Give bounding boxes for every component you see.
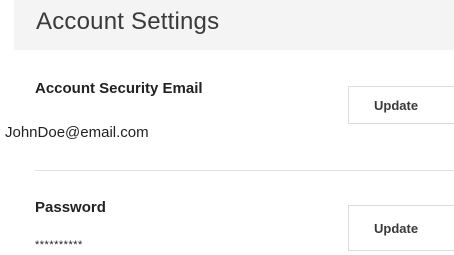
password-value: ********** xyxy=(35,239,83,251)
email-value: JohnDoe@email.com xyxy=(5,124,149,141)
update-email-button[interactable]: Update xyxy=(348,86,454,124)
account-settings-page: Account Settings Account Security Email … xyxy=(0,0,454,255)
email-section-label: Account Security Email xyxy=(35,80,203,97)
section-divider xyxy=(35,170,454,171)
page-header: Account Settings xyxy=(14,0,454,50)
password-section-label: Password xyxy=(35,199,106,216)
page-title: Account Settings xyxy=(36,8,220,35)
update-password-button[interactable]: Update xyxy=(348,205,454,251)
